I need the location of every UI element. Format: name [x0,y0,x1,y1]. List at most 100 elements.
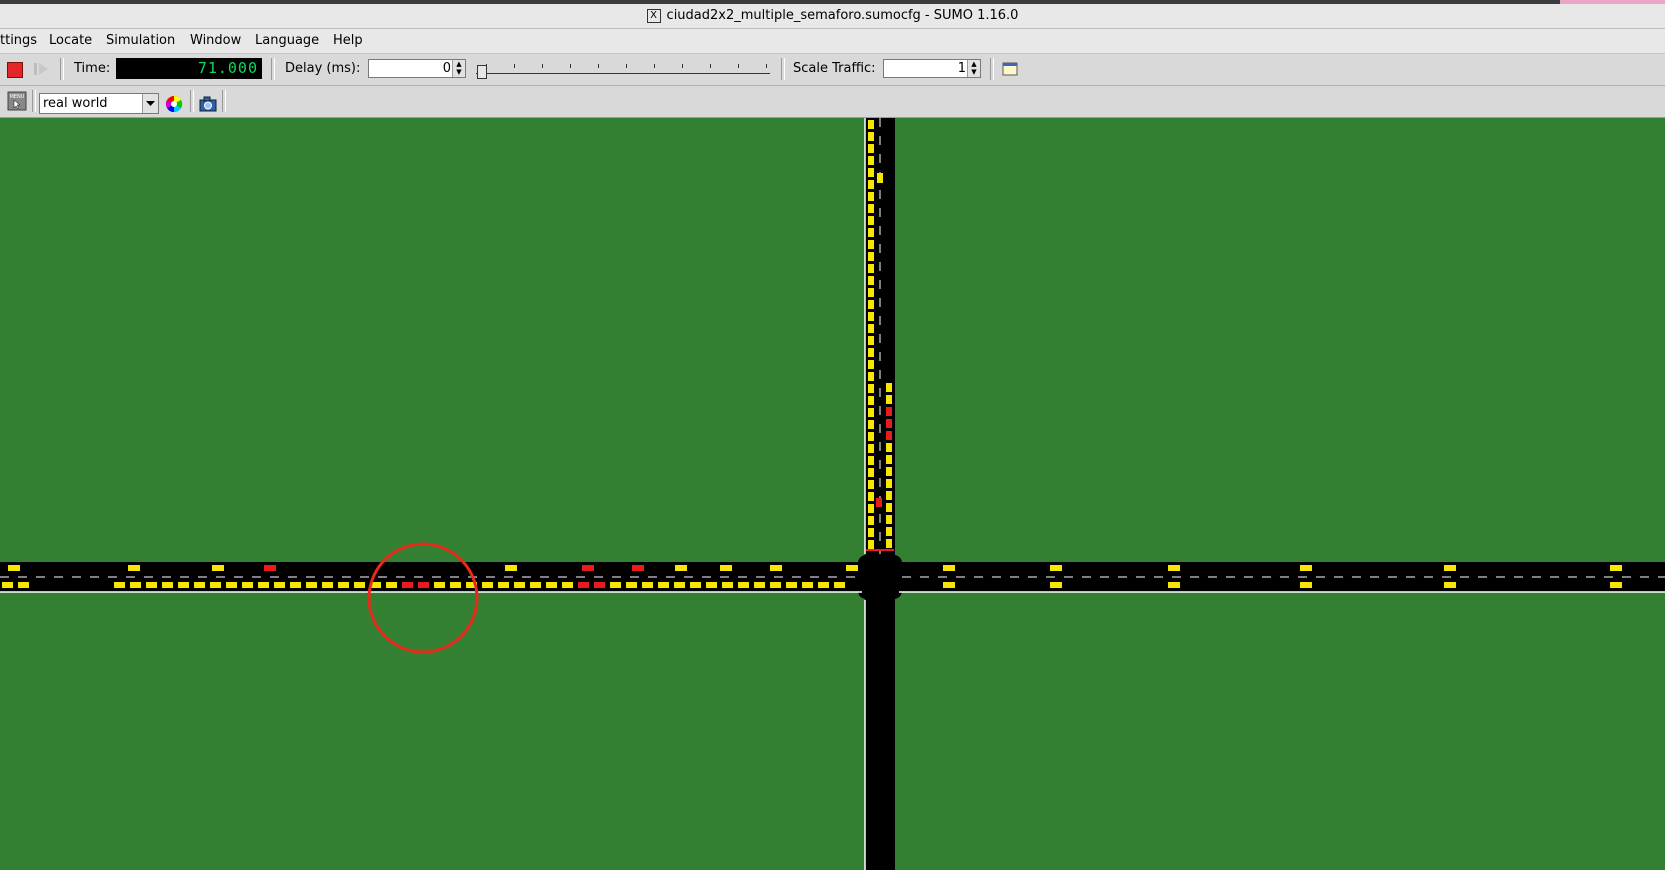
vehicle [1610,582,1622,588]
vehicle [274,582,285,588]
toolbar-separator [32,90,36,112]
menu-settings[interactable]: ttings [0,33,37,48]
vehicle [482,582,493,588]
road-network[interactable] [0,118,1665,870]
menu-locate[interactable]: Locate [49,33,92,48]
vehicle [868,468,874,477]
vehicle [690,582,701,588]
vehicle [868,420,874,429]
vehicle [886,443,892,452]
vehicle [8,565,20,571]
vehicle [886,467,892,476]
vehicle [338,582,349,588]
vehicle [868,432,874,441]
vehicle [1610,565,1622,571]
vehicle [1050,565,1062,571]
vehicle [868,204,874,213]
vehicle [886,491,892,500]
menu-simulation[interactable]: Simulation [106,33,175,48]
color-scheme-value: real world [43,96,108,111]
slider-tick [570,64,571,68]
stop-icon[interactable] [7,62,23,78]
vehicle [868,516,874,525]
color-wheel-icon[interactable] [164,94,184,114]
step-icon[interactable] [33,61,49,77]
x-window-icon: X [646,8,661,23]
vehicle [886,527,892,536]
vehicle [868,288,874,297]
vehicle [868,504,874,513]
vehicle [868,480,874,489]
vehicle [868,120,874,129]
menu-icon[interactable]: MENU [7,91,27,111]
vehicle [868,264,874,273]
vehicle [146,582,157,588]
vehicle [1300,582,1312,588]
vehicle [642,582,653,588]
vehicle [868,444,874,453]
vehicle [886,431,892,440]
vehicle [402,582,413,588]
vehicle [306,582,317,588]
vehicle [834,582,845,588]
vehicle [868,456,874,465]
menu-help[interactable]: Help [333,33,363,48]
scale-traffic-spinner[interactable]: 1 ▲ ▼ [883,59,981,78]
vehicle [114,582,125,588]
slider-track [476,73,770,74]
menu-icon-text: MENU [10,94,25,100]
window-title: ciudad2x2_multiple_semaforo.sumocfg - SU… [666,8,1019,23]
vehicles [2,120,1622,588]
window-titlebar: Xciudad2x2_multiple_semaforo.sumocfg - S… [0,4,1665,29]
delay-spinner[interactable]: 0 ▲ ▼ [368,59,466,78]
vehicle [886,395,892,404]
vehicle [706,582,717,588]
vehicle [868,348,874,357]
vehicle [886,503,892,512]
vehicle [386,582,397,588]
simulation-view[interactable] [0,118,1665,870]
menu-window[interactable]: Window [190,33,241,48]
view-toolbar: MENU [0,86,1665,118]
color-scheme-select[interactable]: real world [39,93,159,114]
toolbar-separator [781,58,785,80]
vehicle [868,156,874,165]
slider-tick [766,64,767,68]
scale-spin-arrows-icon[interactable]: ▲ ▼ [967,60,980,77]
vehicle [1168,565,1180,571]
vehicle [674,582,685,588]
vehicle [498,582,509,588]
simulation-toolbar: Time: 71.000 Delay (ms): 0 ▲ ▼ Scale Traf… [0,54,1665,86]
vehicle [868,252,874,261]
vehicle [876,498,882,507]
vehicle [658,582,669,588]
delay-value: 0 [442,61,451,76]
chevron-down-icon[interactable] [142,94,158,113]
vehicle [868,540,874,549]
vehicle [943,565,955,571]
vehicle [886,479,892,488]
vehicle [770,582,781,588]
vehicle [322,582,333,588]
junction [858,555,902,599]
vehicle [943,582,955,588]
vehicle [675,565,687,571]
vehicle [1300,565,1312,571]
vehicle [868,240,874,249]
vehicle [868,144,874,153]
delay-slider[interactable] [476,62,770,79]
vehicle [886,419,892,428]
vehicle [868,132,874,141]
dock-icon[interactable] [1000,59,1020,79]
menu-language[interactable]: Language [255,33,319,48]
vehicle [877,173,883,183]
vehicle [1444,582,1456,588]
delay-spin-arrows-icon[interactable]: ▲ ▼ [452,60,465,77]
vehicle [770,565,782,571]
camera-icon[interactable] [198,94,218,114]
vehicle [868,228,874,237]
vehicle [1444,565,1456,571]
vehicle [868,372,874,381]
vehicle [886,383,892,392]
slider-thumb[interactable] [477,65,487,79]
